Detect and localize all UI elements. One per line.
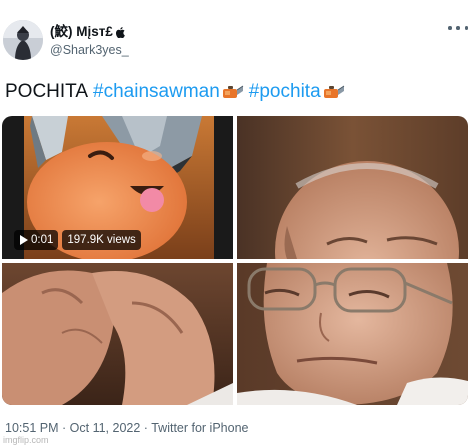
tweet-date[interactable]: Oct 11, 2022 bbox=[70, 421, 141, 435]
play-icon bbox=[20, 235, 28, 245]
photo-4[interactable] bbox=[237, 263, 468, 405]
video-views-pill: 197.9K views bbox=[62, 230, 141, 250]
chainsaw-emoji-icon bbox=[323, 85, 344, 98]
hashtag-pochita[interactable]: #pochita bbox=[249, 80, 345, 104]
video-time-pill[interactable]: 0:01 bbox=[14, 230, 59, 250]
tweet-text-body: POCHITA bbox=[5, 81, 89, 102]
apple-icon bbox=[115, 26, 125, 38]
tweet-header: (鮫) Mįsт£ @Shark3yes_ bbox=[0, 0, 474, 70]
tweet-meta: 10:51 PM · Oct 11, 2022 · Twitter for iP… bbox=[5, 421, 249, 435]
photo-2[interactable] bbox=[237, 116, 468, 259]
more-options-icon[interactable] bbox=[448, 22, 468, 34]
photo-3[interactable] bbox=[2, 263, 233, 405]
chainsaw-emoji-icon bbox=[222, 85, 244, 98]
tweet-time[interactable]: 10:51 PM bbox=[5, 421, 59, 435]
display-name[interactable]: (鮫) Mįsт£ bbox=[50, 24, 129, 40]
avatar[interactable] bbox=[3, 20, 43, 60]
watermark: imgflip.com bbox=[3, 435, 49, 445]
tweet-text: POCHITA #chainsawman #pochita bbox=[5, 80, 350, 104]
tweet-source[interactable]: Twitter for iPhone bbox=[151, 421, 248, 435]
hashtag-chainsawman[interactable]: #chainsawman bbox=[93, 80, 244, 104]
video-info: 0:01 197.9K views bbox=[14, 230, 141, 250]
media-grid: 0:01 197.9K views bbox=[2, 116, 468, 405]
video-thumbnail[interactable]: 0:01 197.9K views bbox=[2, 116, 233, 259]
user-handle[interactable]: @Shark3yes_ bbox=[50, 42, 129, 58]
